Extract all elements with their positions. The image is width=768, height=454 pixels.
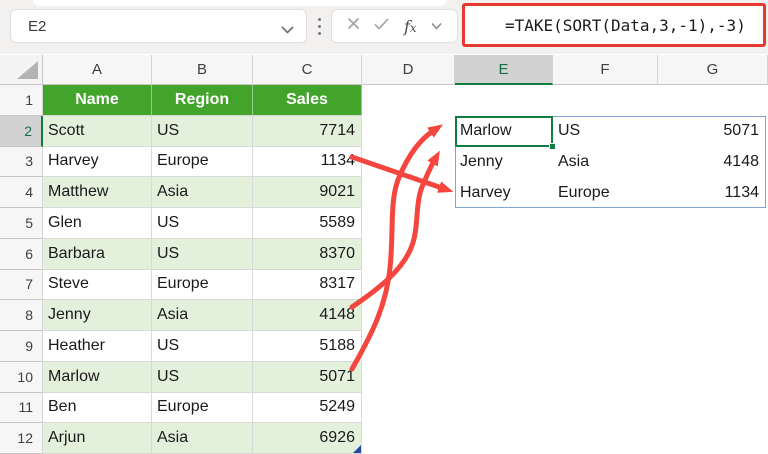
column-header-G[interactable]: G	[658, 55, 768, 85]
cell-B9[interactable]: US	[152, 331, 253, 362]
select-all-corner[interactable]	[0, 55, 43, 85]
cell-G3[interactable]: 4148	[658, 147, 768, 178]
select-all-triangle-icon	[17, 61, 38, 79]
cell-A4[interactable]: Matthew	[43, 177, 152, 208]
row-header-12[interactable]: 12	[0, 423, 43, 454]
cell-E4[interactable]: Harvey	[455, 177, 553, 208]
cell-B5[interactable]: US	[152, 208, 253, 239]
row-header-1[interactable]: 1	[0, 85, 43, 116]
cell-A1[interactable]: Name	[43, 85, 152, 116]
cell-E3[interactable]: Jenny	[455, 147, 553, 178]
cell-B4[interactable]: Asia	[152, 177, 253, 208]
ribbon-edge	[33, 0, 447, 6]
cell-F2[interactable]: US	[553, 116, 658, 147]
column-header-E[interactable]: E	[455, 55, 553, 85]
row-header-3[interactable]: 3	[0, 146, 43, 178]
formula-text: =TAKE(SORT(Data,3,-1),-3)	[505, 15, 746, 35]
cell-A3[interactable]: Harvey	[43, 146, 152, 178]
cell-A11[interactable]: Ben	[43, 392, 152, 424]
row-header-4[interactable]: 4	[0, 177, 43, 208]
cell-A2[interactable]: Scott	[43, 115, 152, 147]
cell-C3[interactable]: 1134	[253, 146, 362, 178]
formula-bar-buttons: fx	[331, 9, 458, 43]
cell-G2[interactable]: 5071	[658, 116, 768, 147]
cell-C11[interactable]: 5249	[253, 392, 362, 424]
column-header-A[interactable]: A	[43, 55, 152, 85]
cell-A5[interactable]: Glen	[43, 208, 152, 239]
cell-G4[interactable]: 1134	[658, 177, 768, 208]
column-header-F[interactable]: F	[553, 55, 658, 85]
named-range-corner-marker	[353, 445, 361, 453]
row-header-7[interactable]: 7	[0, 269, 43, 301]
cell-B3[interactable]: Europe	[152, 146, 253, 178]
cell-B6[interactable]: US	[152, 238, 253, 270]
drag-handle-dots-icon[interactable]	[318, 18, 322, 35]
cell-B2[interactable]: US	[152, 115, 253, 147]
enter-check-icon[interactable]	[374, 17, 389, 35]
name-box-value: E2	[28, 17, 47, 35]
cell-C4[interactable]: 9021	[253, 177, 362, 208]
row-header-11[interactable]: 11	[0, 392, 43, 424]
row-header-8[interactable]: 8	[0, 300, 43, 331]
cell-C1[interactable]: Sales	[253, 85, 362, 116]
row-header-10[interactable]: 10	[0, 361, 43, 393]
cell-E2[interactable]: Marlow	[455, 116, 553, 147]
cell-B1[interactable]: Region	[152, 85, 253, 116]
insert-function-icon[interactable]: fx	[404, 17, 417, 36]
cell-C7[interactable]: 8317	[253, 269, 362, 301]
chevron-down-icon[interactable]	[281, 21, 294, 39]
cell-C6[interactable]: 8370	[253, 238, 362, 270]
cell-C8[interactable]: 4148	[253, 300, 362, 331]
arrow-4148-to-jenny	[349, 150, 440, 310]
cell-C10[interactable]: 5071	[253, 361, 362, 393]
fill-handle[interactable]	[549, 142, 556, 150]
cell-A9[interactable]: Heather	[43, 331, 152, 362]
cancel-icon[interactable]	[347, 17, 360, 35]
arrow-1134-to-harvey	[349, 154, 454, 193]
cell-B12[interactable]: Asia	[152, 423, 253, 454]
column-header-D[interactable]: D	[362, 55, 455, 85]
formula-toolbar: E2 fx =TAKE(SORT(Data,3,-1),-3)	[0, 0, 768, 54]
chevron-down-icon[interactable]	[431, 17, 442, 35]
cell-B10[interactable]: US	[152, 361, 253, 393]
cell-C9[interactable]: 5188	[253, 331, 362, 362]
cell-C2[interactable]: 7714	[253, 115, 362, 147]
cell-A12[interactable]: Arjun	[43, 423, 152, 454]
row-header-2[interactable]: 2	[0, 115, 43, 147]
cell-A6[interactable]: Barbara	[43, 238, 152, 270]
row-header-9[interactable]: 9	[0, 331, 43, 362]
cell-B7[interactable]: Europe	[152, 269, 253, 301]
column-header-B[interactable]: B	[152, 55, 253, 85]
row-header-5[interactable]: 5	[0, 208, 43, 239]
cell-B8[interactable]: Asia	[152, 300, 253, 331]
cell-C5[interactable]: 5589	[253, 208, 362, 239]
formula-input[interactable]: =TAKE(SORT(Data,3,-1),-3)	[462, 3, 766, 47]
row-header-6[interactable]: 6	[0, 238, 43, 270]
cell-A10[interactable]: Marlow	[43, 361, 152, 393]
name-box[interactable]: E2	[10, 9, 307, 43]
excel-window: E2 fx =TAKE(SORT(Data,3,-1),-3) ABCDEFG 1…	[0, 0, 768, 454]
cell-B11[interactable]: Europe	[152, 392, 253, 424]
cell-F4[interactable]: Europe	[553, 177, 658, 208]
cell-C12[interactable]: 6926	[253, 423, 362, 454]
cell-A8[interactable]: Jenny	[43, 300, 152, 331]
cell-F3[interactable]: Asia	[553, 147, 658, 178]
column-header-C[interactable]: C	[253, 55, 362, 85]
arrow-5071-to-marlow	[349, 124, 443, 372]
cell-A7[interactable]: Steve	[43, 269, 152, 301]
